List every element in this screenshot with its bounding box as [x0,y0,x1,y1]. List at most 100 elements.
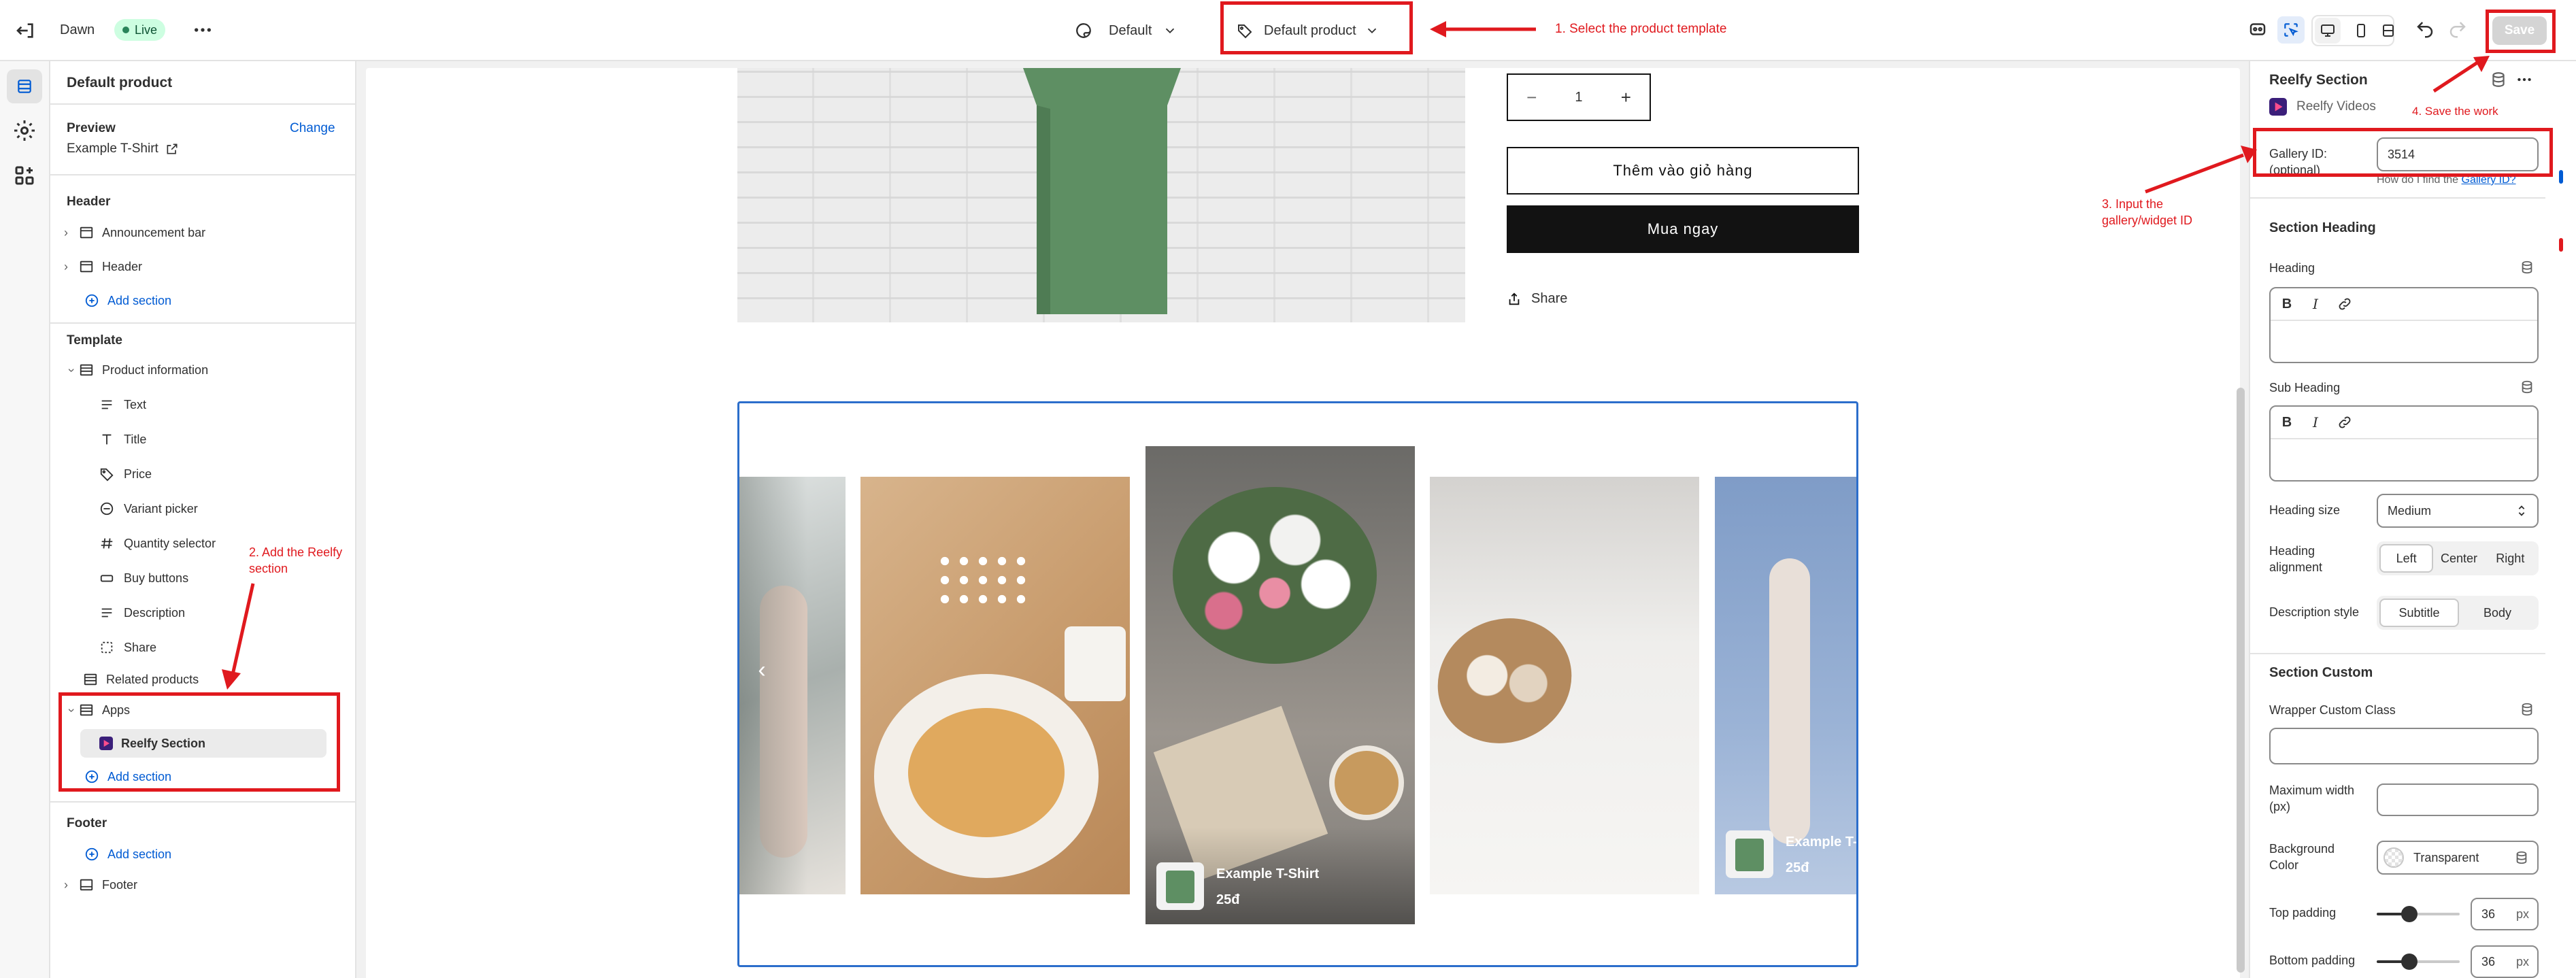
heading-size-label: Heading size [2269,503,2341,517]
align-left-option[interactable]: Left [2379,544,2434,573]
top-padding-slider-handle[interactable] [2401,906,2418,922]
highlight-template-select [1220,1,1413,54]
desktop-view-icon[interactable] [2315,18,2341,44]
title-icon [99,432,114,447]
dynamic-source-icon[interactable] [2520,260,2535,275]
sub-heading-label: Sub Heading [2269,381,2341,394]
video-card-3[interactable]: Example T-Shirt 25đ [1145,446,1415,924]
sidebar-item-footer[interactable]: › Footer [64,874,137,896]
select-tool-icon[interactable] [2277,16,2305,44]
sidebar-item-product-information[interactable]: › Product information [64,359,209,381]
heading-richtext[interactable]: B I [2269,287,2539,363]
sections-sidebar: Default product Preview Change Example T… [50,61,356,978]
preview-change-link[interactable]: Change [290,121,335,136]
more-actions-icon[interactable] [190,19,215,41]
bold-icon[interactable]: B [2280,415,2294,431]
top-padding-value: 36 [2481,907,2496,921]
dynamic-source-icon[interactable] [2520,380,2535,394]
share-button[interactable]: Share [1507,291,1567,307]
reelfy-logo-icon [2269,98,2287,116]
sub-heading-richtext[interactable]: B I [2269,405,2539,482]
max-width-input[interactable] [2377,783,2539,816]
italic-icon[interactable]: I [2309,414,2322,431]
text-lines-icon [99,397,114,412]
video-card-2[interactable] [860,477,1130,894]
bold-icon[interactable]: B [2280,297,2294,312]
preview-scrollbar[interactable] [2237,388,2245,973]
t-shirt-image [1023,68,1181,314]
more-actions-icon[interactable] [2515,71,2533,88]
video-card-4[interactable] [1430,477,1699,894]
theme-select[interactable]: Default [1075,18,1177,44]
reelfy-section-preview[interactable]: ‹ Example T-Shirt 25đ Example T- 25đ [737,401,1858,967]
block-quantity-selector[interactable]: Quantity selector [99,533,216,554]
bottom-padding-slider-handle[interactable] [2401,954,2418,970]
background-color-label-line2: Color [2269,858,2299,872]
fullscreen-view-icon[interactable] [2375,18,2401,44]
card-product-thumb [1156,862,1204,910]
panel-title: Reelfy Section [2269,72,2368,88]
card-product-title: Example T-Shirt [1216,866,1320,881]
preview-product[interactable]: Example T-Shirt [67,141,179,156]
annotation-step3: 3. Input the gallery/widget ID [2102,196,2192,229]
bottom-padding-input[interactable]: 36 px [2471,945,2539,978]
footer-add-section[interactable]: Add section [84,843,171,865]
sidebar-item-header[interactable]: › Header [64,256,142,277]
block-text[interactable]: Text [99,394,146,416]
text-lines-icon [99,605,114,620]
heading-alignment-label: Heading alignment [2269,543,2322,575]
block-variant-picker[interactable]: Variant picker [99,498,198,520]
sidebar-item-announcement-bar[interactable]: › Announcement bar [64,222,205,243]
video-card-1[interactable]: ‹ [739,477,846,894]
block-label: Share [124,640,157,654]
settings-icon[interactable] [12,118,37,143]
external-link-icon [165,142,179,156]
video-card-5[interactable]: Example T- 25đ [1715,477,1856,894]
italic-icon[interactable]: I [2309,296,2322,312]
carousel-prev-icon[interactable]: ‹ [752,656,772,684]
heading-label: Heading [2269,261,2315,275]
sidebar-item-related-products[interactable]: Related products [83,669,199,690]
dynamic-source-icon[interactable] [2520,702,2535,717]
buy-now-button[interactable]: Mua ngay [1507,205,1859,253]
mobile-view-icon[interactable] [2348,18,2374,44]
block-price[interactable]: Price [99,463,152,485]
annotation-step1: 1. Select the product template [1555,22,1727,36]
increase-button[interactable]: + [1603,75,1650,120]
heading-size-select[interactable]: Medium [2377,494,2539,528]
top-padding-input[interactable]: 36 px [2471,898,2539,930]
section-icon [79,225,94,240]
bottom-padding-label: Bottom padding [2269,954,2356,967]
align-right-option[interactable]: Right [2485,544,2536,573]
header-add-section[interactable]: Add section [84,290,171,311]
card-product-price: 25đ [1786,860,1809,875]
live-badge-label: Live [135,22,158,37]
dynamic-source-icon [2514,850,2529,865]
product-image[interactable] [737,68,1465,322]
background-color-picker[interactable]: Transparent [2377,841,2539,875]
quantity-stepper[interactable]: − 1 + [1507,73,1651,121]
block-description[interactable]: Description [99,602,185,624]
header-group-title: Header [67,195,111,209]
inspector-icon[interactable] [2247,19,2268,39]
sections-icon[interactable] [7,69,42,103]
desc-subtitle-option[interactable]: Subtitle [2379,598,2459,627]
decrease-button[interactable]: − [1508,75,1555,120]
add-to-cart-button[interactable]: Thêm vào giỏ hàng [1507,147,1859,195]
block-buy-buttons[interactable]: Buy buttons [99,567,188,589]
link-icon[interactable] [2337,415,2352,430]
block-share[interactable]: Share [99,637,156,658]
undo-icon[interactable] [2415,19,2435,39]
apps-icon[interactable] [12,163,37,188]
wrapper-class-input[interactable] [2269,728,2539,764]
link-icon[interactable] [2337,297,2352,311]
align-center-option[interactable]: Center [2433,544,2484,573]
exit-icon[interactable] [15,20,37,41]
annotation-step2: 2. Add the Reelfy section [249,544,342,577]
desc-body-option[interactable]: Body [2459,598,2536,627]
redo-icon[interactable] [2447,19,2468,39]
section-icon [79,362,94,377]
description-style-label: Description style [2269,605,2360,619]
heading-alignment-label-line1: Heading [2269,544,2315,558]
block-title[interactable]: Title [99,428,146,450]
